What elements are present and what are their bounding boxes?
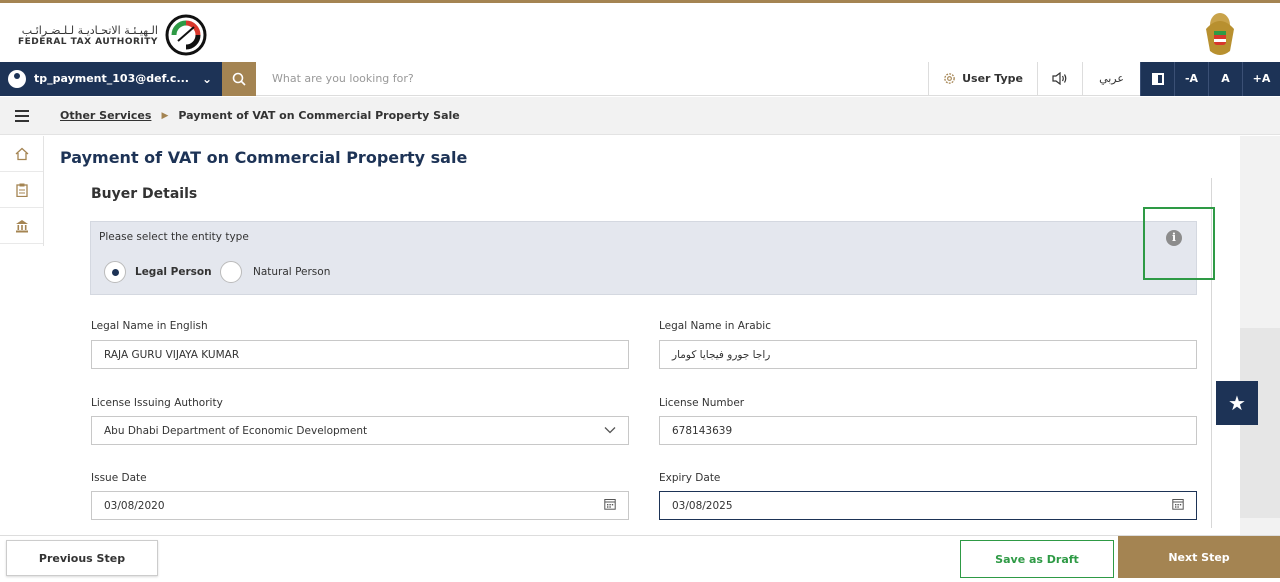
- legal-name-ar-value: راجا جورو فيجايا كومار: [672, 348, 771, 361]
- top-navbar: tp_payment_103@def.c... ⌄ What are you l…: [0, 61, 1280, 96]
- text-to-speech-button[interactable]: [1037, 61, 1082, 96]
- issue-date-value: 03/08/2020: [104, 499, 165, 512]
- sidebar-item-bank[interactable]: [0, 208, 43, 244]
- legal-name-en-value: RAJA GURU VIJAYA KUMAR: [104, 348, 240, 361]
- expiry-date-label: Expiry Date: [659, 472, 721, 484]
- calendar-icon[interactable]: [604, 498, 616, 513]
- search-button[interactable]: [222, 61, 256, 96]
- user-avatar-icon: [8, 69, 26, 88]
- next-step-button[interactable]: Next Step: [1118, 536, 1280, 578]
- logo-english-name: FEDERAL TAX AUTHORITY: [18, 36, 158, 47]
- page-title: Payment of VAT on Commercial Property sa…: [60, 148, 468, 167]
- license-authority-label: License Issuing Authority: [91, 397, 223, 409]
- speaker-icon: [1052, 72, 1067, 85]
- fta-logo[interactable]: الـهيـئـة الاتحـاديـة لـلـضـرائـب FEDERA…: [18, 13, 208, 57]
- favorite-star-button[interactable]: ★: [1216, 381, 1258, 425]
- home-icon: [15, 147, 28, 160]
- legal-name-ar-field[interactable]: راجا جورو فيجايا كومار: [659, 340, 1197, 369]
- hamburger-icon: [15, 109, 29, 122]
- search-input[interactable]: What are you looking for?: [256, 62, 928, 96]
- entity-type-prompt: Please select the entity type: [99, 231, 249, 243]
- left-sidebar: [0, 136, 44, 246]
- calendar-icon[interactable]: [1172, 498, 1184, 513]
- breadcrumb-current: Payment of VAT on Commercial Property Sa…: [178, 109, 460, 122]
- expiry-date-value: 03/08/2025: [672, 499, 733, 512]
- app-root: الـهيـئـة الاتحـاديـة لـلـضـرائـب FEDERA…: [0, 0, 1280, 582]
- fta-logo-mark-icon: [165, 14, 207, 56]
- radio-legal-person[interactable]: [104, 261, 126, 283]
- save-as-draft-button[interactable]: Save as Draft: [960, 540, 1114, 578]
- sidebar-item-tasks[interactable]: [0, 172, 43, 208]
- license-number-value: 678143639: [672, 424, 733, 437]
- uae-emblem-icon: [1206, 13, 1234, 55]
- legal-name-ar-label: Legal Name in Arabic: [659, 320, 771, 332]
- font-increase-button[interactable]: +A: [1242, 61, 1280, 96]
- license-number-field[interactable]: 678143639: [659, 416, 1197, 445]
- previous-step-button[interactable]: Previous Step: [6, 540, 158, 576]
- star-icon: ★: [1228, 391, 1246, 415]
- user-email: tp_payment_103@def.c...: [34, 72, 189, 85]
- section-title: Buyer Details: [91, 186, 198, 202]
- contrast-toggle[interactable]: [1140, 61, 1174, 96]
- chevron-down-icon: [604, 425, 616, 437]
- expiry-date-field[interactable]: 03/08/2025: [659, 491, 1197, 520]
- font-decrease-button[interactable]: -A: [1174, 61, 1208, 96]
- menu-toggle-button[interactable]: [0, 109, 44, 122]
- user-type-label: User Type: [962, 72, 1023, 85]
- breadcrumb-other-services[interactable]: Other Services: [60, 109, 151, 122]
- search-icon: [232, 72, 246, 86]
- radio-natural-person[interactable]: [220, 261, 242, 283]
- license-number-label: License Number: [659, 397, 745, 409]
- user-menu[interactable]: tp_payment_103@def.c... ⌄: [0, 61, 222, 96]
- bank-icon: [15, 219, 28, 232]
- chevron-down-icon: ⌄: [201, 71, 212, 86]
- nav-actions: User Type عربي -A A +A: [928, 61, 1280, 96]
- issue-date-label: Issue Date: [91, 472, 147, 484]
- breadcrumb: Other Services ▶ Payment of VAT on Comme…: [0, 97, 1280, 135]
- breadcrumb-separator-icon: ▶: [161, 110, 169, 121]
- highlight-annotation: [1143, 207, 1215, 280]
- contrast-icon: [1151, 72, 1164, 85]
- logo-text: الـهيـئـة الاتحـاديـة لـلـضـرائـب FEDERA…: [18, 24, 158, 47]
- language-toggle[interactable]: عربي: [1082, 61, 1140, 96]
- gear-icon: [944, 73, 955, 84]
- radio-legal-person-label[interactable]: Legal Person: [135, 266, 212, 278]
- logo-arabic-name: الـهيـئـة الاتحـاديـة لـلـضـرائـب: [21, 23, 158, 37]
- license-authority-value: Abu Dhabi Department of Economic Develop…: [104, 424, 368, 437]
- clipboard-icon: [15, 183, 28, 197]
- font-normal-button[interactable]: A: [1208, 61, 1242, 96]
- entity-type-box: [90, 221, 1197, 295]
- user-type-button[interactable]: User Type: [928, 61, 1037, 96]
- issue-date-field[interactable]: 03/08/2020: [91, 491, 629, 520]
- legal-name-en-label: Legal Name in English: [91, 320, 208, 332]
- legal-name-en-field[interactable]: RAJA GURU VIJAYA KUMAR: [91, 340, 629, 369]
- radio-natural-person-label[interactable]: Natural Person: [253, 266, 330, 278]
- sidebar-item-home[interactable]: [0, 136, 43, 172]
- brand-header: الـهيـئـة الاتحـاديـة لـلـضـرائـب FEDERA…: [0, 0, 1280, 62]
- license-authority-select[interactable]: Abu Dhabi Department of Economic Develop…: [91, 416, 629, 445]
